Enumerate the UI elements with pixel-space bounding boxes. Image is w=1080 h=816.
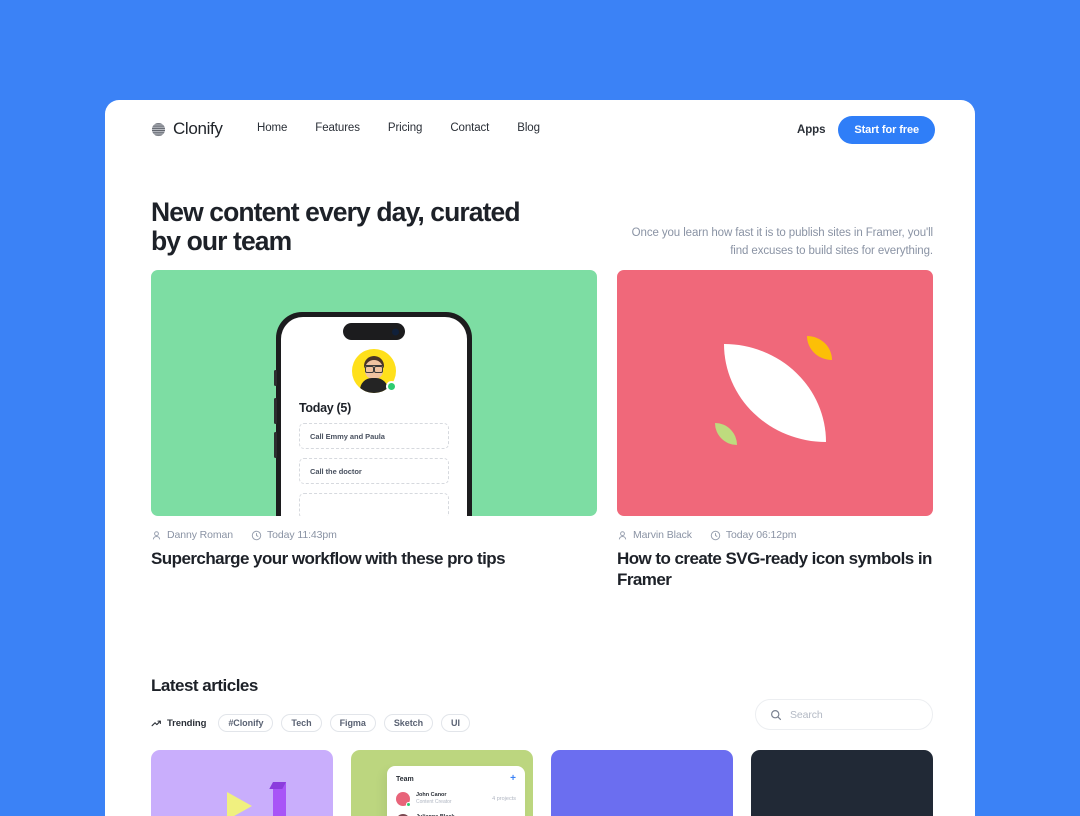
article-time: Today 11:43pm [251,529,337,541]
member-projects: 4 projects [492,796,516,802]
filter-chip-ui[interactable]: UI [441,714,470,732]
article-title[interactable]: Supercharge your workflow with these pro… [151,549,597,570]
header-actions: Apps Start for free [797,116,935,144]
hero-section: New content every day, curated by our te… [151,197,933,257]
phone-notch [343,323,405,340]
article-meta: Danny Roman Today 11:43pm [151,529,597,541]
featured-articles: Today (5) Call Emmy and Paula Call the d… [151,270,933,590]
page-container: Clonify Home Features Pricing Contact Bl… [105,100,975,816]
latest-articles-grid: Team + John Canor Content Creator 4 proj… [151,750,933,816]
team-panel: Team + John Canor Content Creator 4 proj… [387,766,525,816]
apps-link[interactable]: Apps [797,124,825,136]
task-item[interactable] [299,493,449,516]
start-for-free-button[interactable]: Start for free [838,116,935,144]
nav-link-features[interactable]: Features [301,122,374,134]
member-name: John Canor [416,792,447,799]
task-item[interactable]: Call Emmy and Paula [299,423,449,449]
section-title: Latest articles [151,676,258,695]
nav-link-home[interactable]: Home [257,122,301,134]
article-thumbnail-phone: Today (5) Call Emmy and Paula Call the d… [151,270,597,516]
clock-icon [710,530,721,540]
latest-articles-section: Latest articles Trending #Clonify Tech F… [151,676,933,732]
leaf-main-icon [724,344,826,442]
nav-link-contact[interactable]: Contact [436,122,503,134]
site-header: Clonify Home Features Pricing Contact Bl… [105,100,975,158]
task-list: Call Emmy and Paula Call the doctor [299,423,449,516]
article-author: Marvin Black [617,529,692,541]
main-nav: Home Features Pricing Contact Blog [257,122,554,134]
member-role: Content Creator [416,799,452,806]
brand-name: Clonify [173,119,223,138]
avatar [396,792,411,807]
phone-button-volume-down [274,432,277,458]
filter-chip-figma[interactable]: Figma [329,714,376,732]
leaf-olive-icon [714,422,737,445]
filter-chip-clonify[interactable]: #Clonify [218,714,274,732]
article-card-app-icon[interactable] [551,750,733,816]
phone-mockup: Today (5) Call Emmy and Paula Call the d… [274,312,472,516]
team-heading: Team [396,775,414,783]
author-name: Marvin Black [633,529,692,541]
phone-button-silent [274,370,277,386]
nav-link-pricing[interactable]: Pricing [374,122,436,134]
time-text: Today 06:12pm [725,529,797,541]
filter-chip-sketch[interactable]: Sketch [383,714,434,732]
page-title: New content every day, curated by our te… [151,197,521,256]
avatar [352,349,397,393]
trending-text: Trending [167,717,207,729]
article-card-shapes[interactable] [151,750,333,816]
filter-chip-tech[interactable]: Tech [281,714,322,732]
article-meta: Marvin Black Today 06:12pm [617,529,933,541]
search-input[interactable] [790,708,918,721]
striped-globe-icon [151,122,166,136]
team-member-row: John Canor Content Creator 4 projects [396,792,516,807]
time-text: Today 11:43pm [267,529,337,541]
article-card-dock[interactable] [751,750,933,816]
trending-label: Trending [151,718,206,729]
task-item[interactable]: Call the doctor [299,458,449,484]
yellow-triangle-shape [227,792,252,816]
search-icon [771,709,782,720]
phone-button-volume-up [274,398,277,424]
article-title[interactable]: How to create SVG-ready icon symbols in … [617,549,933,590]
phone-screen: Today (5) Call Emmy and Paula Call the d… [281,317,467,516]
search-box[interactable] [755,699,933,730]
brand-logo[interactable]: Clonify [151,119,223,139]
online-status-dot [386,381,397,392]
hero-subtitle: Once you learn how fast it is to publish… [631,227,933,257]
plus-icon[interactable]: + [510,774,516,784]
team-panel-header: Team + [396,774,516,784]
today-label: Today (5) [299,401,351,415]
featured-article-card[interactable]: Today (5) Call Emmy and Paula Call the d… [151,270,597,590]
camera-icon [392,328,399,335]
trending-up-icon [151,720,161,726]
leaf-yellow-icon [806,336,832,361]
person-icon [152,530,161,539]
featured-article-card[interactable]: Marvin Black Today 06:12pm How to create… [617,270,933,590]
person-icon [618,530,627,539]
team-member-info: John Canor Content Creator [416,792,452,806]
article-thumbnail-leaf [617,270,933,516]
article-time: Today 06:12pm [710,529,797,541]
clock-icon [251,530,262,540]
filter-chips: Trending #Clonify Tech Figma Sketch UI [151,714,470,732]
author-name: Danny Roman [167,529,234,541]
article-card-team[interactable]: Team + John Canor Content Creator 4 proj… [351,750,533,816]
article-author: Danny Roman [151,529,233,541]
nav-link-blog[interactable]: Blog [503,122,554,134]
